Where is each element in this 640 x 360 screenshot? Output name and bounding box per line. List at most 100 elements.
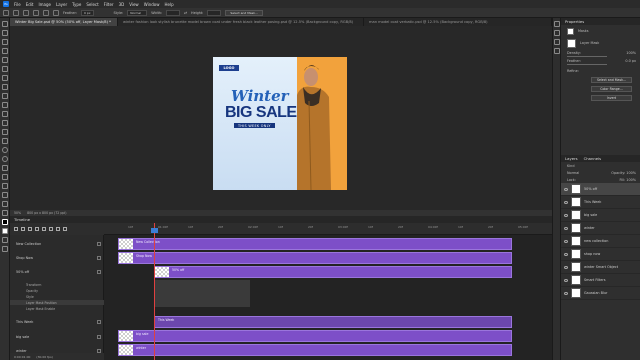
adjustments-panel-icon[interactable]	[553, 39, 560, 45]
split-icon[interactable]	[56, 227, 60, 231]
visibility-eye-icon[interactable]	[564, 265, 568, 269]
eraser-tool-icon[interactable]	[1, 129, 8, 135]
clip-shop-now[interactable]: Shop Now	[118, 252, 512, 264]
tab-winter-big-sale[interactable]: Winter Big Sale.psd @ 50% (50% off, Laye…	[10, 18, 118, 26]
background-color-swatch[interactable]	[1, 228, 8, 234]
eyedropper-tool-icon[interactable]	[1, 84, 8, 90]
color-range-button[interactable]: Color Range...	[591, 86, 632, 92]
quick-select-tool-icon[interactable]	[1, 57, 8, 63]
lasso-tool-icon[interactable]	[1, 48, 8, 54]
density-slider[interactable]	[567, 56, 607, 57]
playhead-line[interactable]	[154, 223, 155, 360]
visibility-eye-icon[interactable]	[564, 187, 568, 191]
intersect-selection-icon[interactable]	[53, 9, 59, 16]
height-input[interactable]	[207, 9, 222, 16]
feather-value[interactable]: 0.0 px	[625, 59, 636, 63]
track-menu-icon[interactable]	[97, 242, 101, 246]
blend-mode-select[interactable]: Normal	[567, 171, 579, 175]
path-selection-tool-icon[interactable]	[1, 183, 8, 189]
property-layer-mask-position[interactable]: Layer Mask Position	[10, 300, 104, 305]
layer-mask-thumbnail[interactable]	[567, 38, 576, 48]
visibility-eye-icon[interactable]	[564, 213, 568, 217]
visibility-eye-icon[interactable]	[564, 239, 568, 243]
property-layer-mask-enable[interactable]: Layer Mask Enable	[10, 306, 104, 311]
layer-item[interactable]: new collection	[561, 235, 640, 248]
menu-3d[interactable]: 3D	[119, 2, 125, 7]
kind-filter[interactable]: Kind	[567, 164, 574, 168]
menu-help[interactable]: Help	[164, 2, 173, 7]
track-50-off[interactable]: 50% off	[10, 267, 104, 277]
artboard-tool-icon[interactable]	[1, 30, 8, 36]
menu-filter[interactable]: Filter	[104, 2, 114, 7]
previous-frame-icon[interactable]	[21, 227, 25, 231]
history-brush-tool-icon[interactable]	[1, 120, 8, 126]
character-panel-icon[interactable]	[553, 48, 560, 54]
pen-tool-icon[interactable]	[1, 165, 8, 171]
history-panel-icon[interactable]	[553, 21, 560, 27]
hand-tool-icon[interactable]	[1, 201, 8, 207]
tab-layers[interactable]: Layers	[565, 156, 578, 161]
clip-new-collection[interactable]: New Collection	[118, 238, 512, 250]
layer-item[interactable]: big sale	[561, 209, 640, 222]
layer-item[interactable]: Smart Filters	[561, 274, 640, 287]
property-transform[interactable]: Transform	[10, 282, 104, 287]
timecode[interactable]: 0:00:01:00	[14, 355, 30, 359]
quick-mask-icon[interactable]	[1, 237, 8, 243]
menu-view[interactable]: View	[129, 2, 139, 7]
track-shop-now[interactable]: Shop Now	[10, 253, 104, 263]
select-and-mask-button[interactable]: Select and Mask...	[225, 9, 263, 16]
zoom-level[interactable]: 50%	[14, 211, 21, 215]
clip-50-off[interactable]: 50% off	[154, 266, 512, 278]
marquee-tool-icon[interactable]	[13, 9, 19, 16]
move-tool-icon[interactable]	[1, 21, 8, 27]
blur-tool-icon[interactable]	[1, 147, 8, 153]
gradient-tool-icon[interactable]	[1, 138, 8, 144]
mask-thumbnail[interactable]	[567, 27, 574, 35]
timeline-ruler[interactable]: 10f 01:00f 10f 20f 02:00f 10f 20f 03:00f 10f 20f 0…	[104, 223, 552, 235]
first-frame-icon[interactable]	[14, 227, 18, 231]
layer-item[interactable]: winter	[561, 222, 640, 235]
track-menu-icon[interactable]	[97, 320, 101, 324]
width-input[interactable]	[166, 9, 181, 16]
select-and-mask-button[interactable]: Select and Mask...	[591, 77, 632, 83]
menu-select[interactable]: Select	[86, 2, 98, 7]
track-menu-icon[interactable]	[97, 270, 101, 274]
menu-type[interactable]: Type	[72, 2, 81, 7]
visibility-eye-icon[interactable]	[564, 226, 568, 230]
tab-man-model-coat[interactable]: man model coat verbatic.psd @ 12.5% (Bac…	[364, 18, 552, 26]
swap-icon[interactable]: ⇄	[184, 11, 187, 15]
next-frame-icon[interactable]	[35, 227, 39, 231]
zoom-tool-icon[interactable]	[1, 210, 8, 216]
menu-file[interactable]: File	[14, 2, 21, 7]
track-menu-icon[interactable]	[97, 335, 101, 339]
property-style[interactable]: Style	[10, 294, 104, 299]
playhead-handle[interactable]	[151, 228, 158, 233]
feather-input[interactable]: 0 px	[80, 9, 94, 16]
layer-item[interactable]: Gaussian Blur	[561, 287, 640, 300]
clone-stamp-tool-icon[interactable]	[1, 111, 8, 117]
fill-value[interactable]: 100%	[626, 178, 636, 182]
subtract-selection-icon[interactable]	[43, 9, 49, 16]
visibility-eye-icon[interactable]	[564, 278, 568, 282]
artboard[interactable]: LOGO Winter BIG SALE THIS WEEK ONLY	[213, 57, 347, 190]
foreground-color-swatch[interactable]	[1, 219, 8, 225]
visibility-eye-icon[interactable]	[564, 291, 568, 295]
type-tool-icon[interactable]	[1, 174, 8, 180]
frame-tool-icon[interactable]	[1, 75, 8, 81]
clip-big-sale[interactable]: big sale	[118, 330, 512, 342]
track-menu-icon[interactable]	[97, 256, 101, 260]
audio-icon[interactable]	[42, 227, 46, 231]
visibility-eye-icon[interactable]	[564, 200, 568, 204]
opacity-value[interactable]: 100%	[626, 171, 636, 175]
play-icon[interactable]	[28, 227, 32, 231]
clip-winter[interactable]: winter	[118, 344, 512, 356]
dodge-tool-icon[interactable]	[1, 156, 8, 162]
menu-image[interactable]: Image	[38, 2, 51, 7]
style-select[interactable]: Normal	[127, 9, 148, 16]
track-big-sale[interactable]: big sale	[10, 332, 104, 342]
layer-item[interactable]: This Week	[561, 196, 640, 209]
home-icon[interactable]	[3, 9, 9, 16]
tab-channels[interactable]: Channels	[584, 156, 602, 161]
crop-tool-icon[interactable]	[1, 66, 8, 72]
menu-edit[interactable]: Edit	[26, 2, 34, 7]
